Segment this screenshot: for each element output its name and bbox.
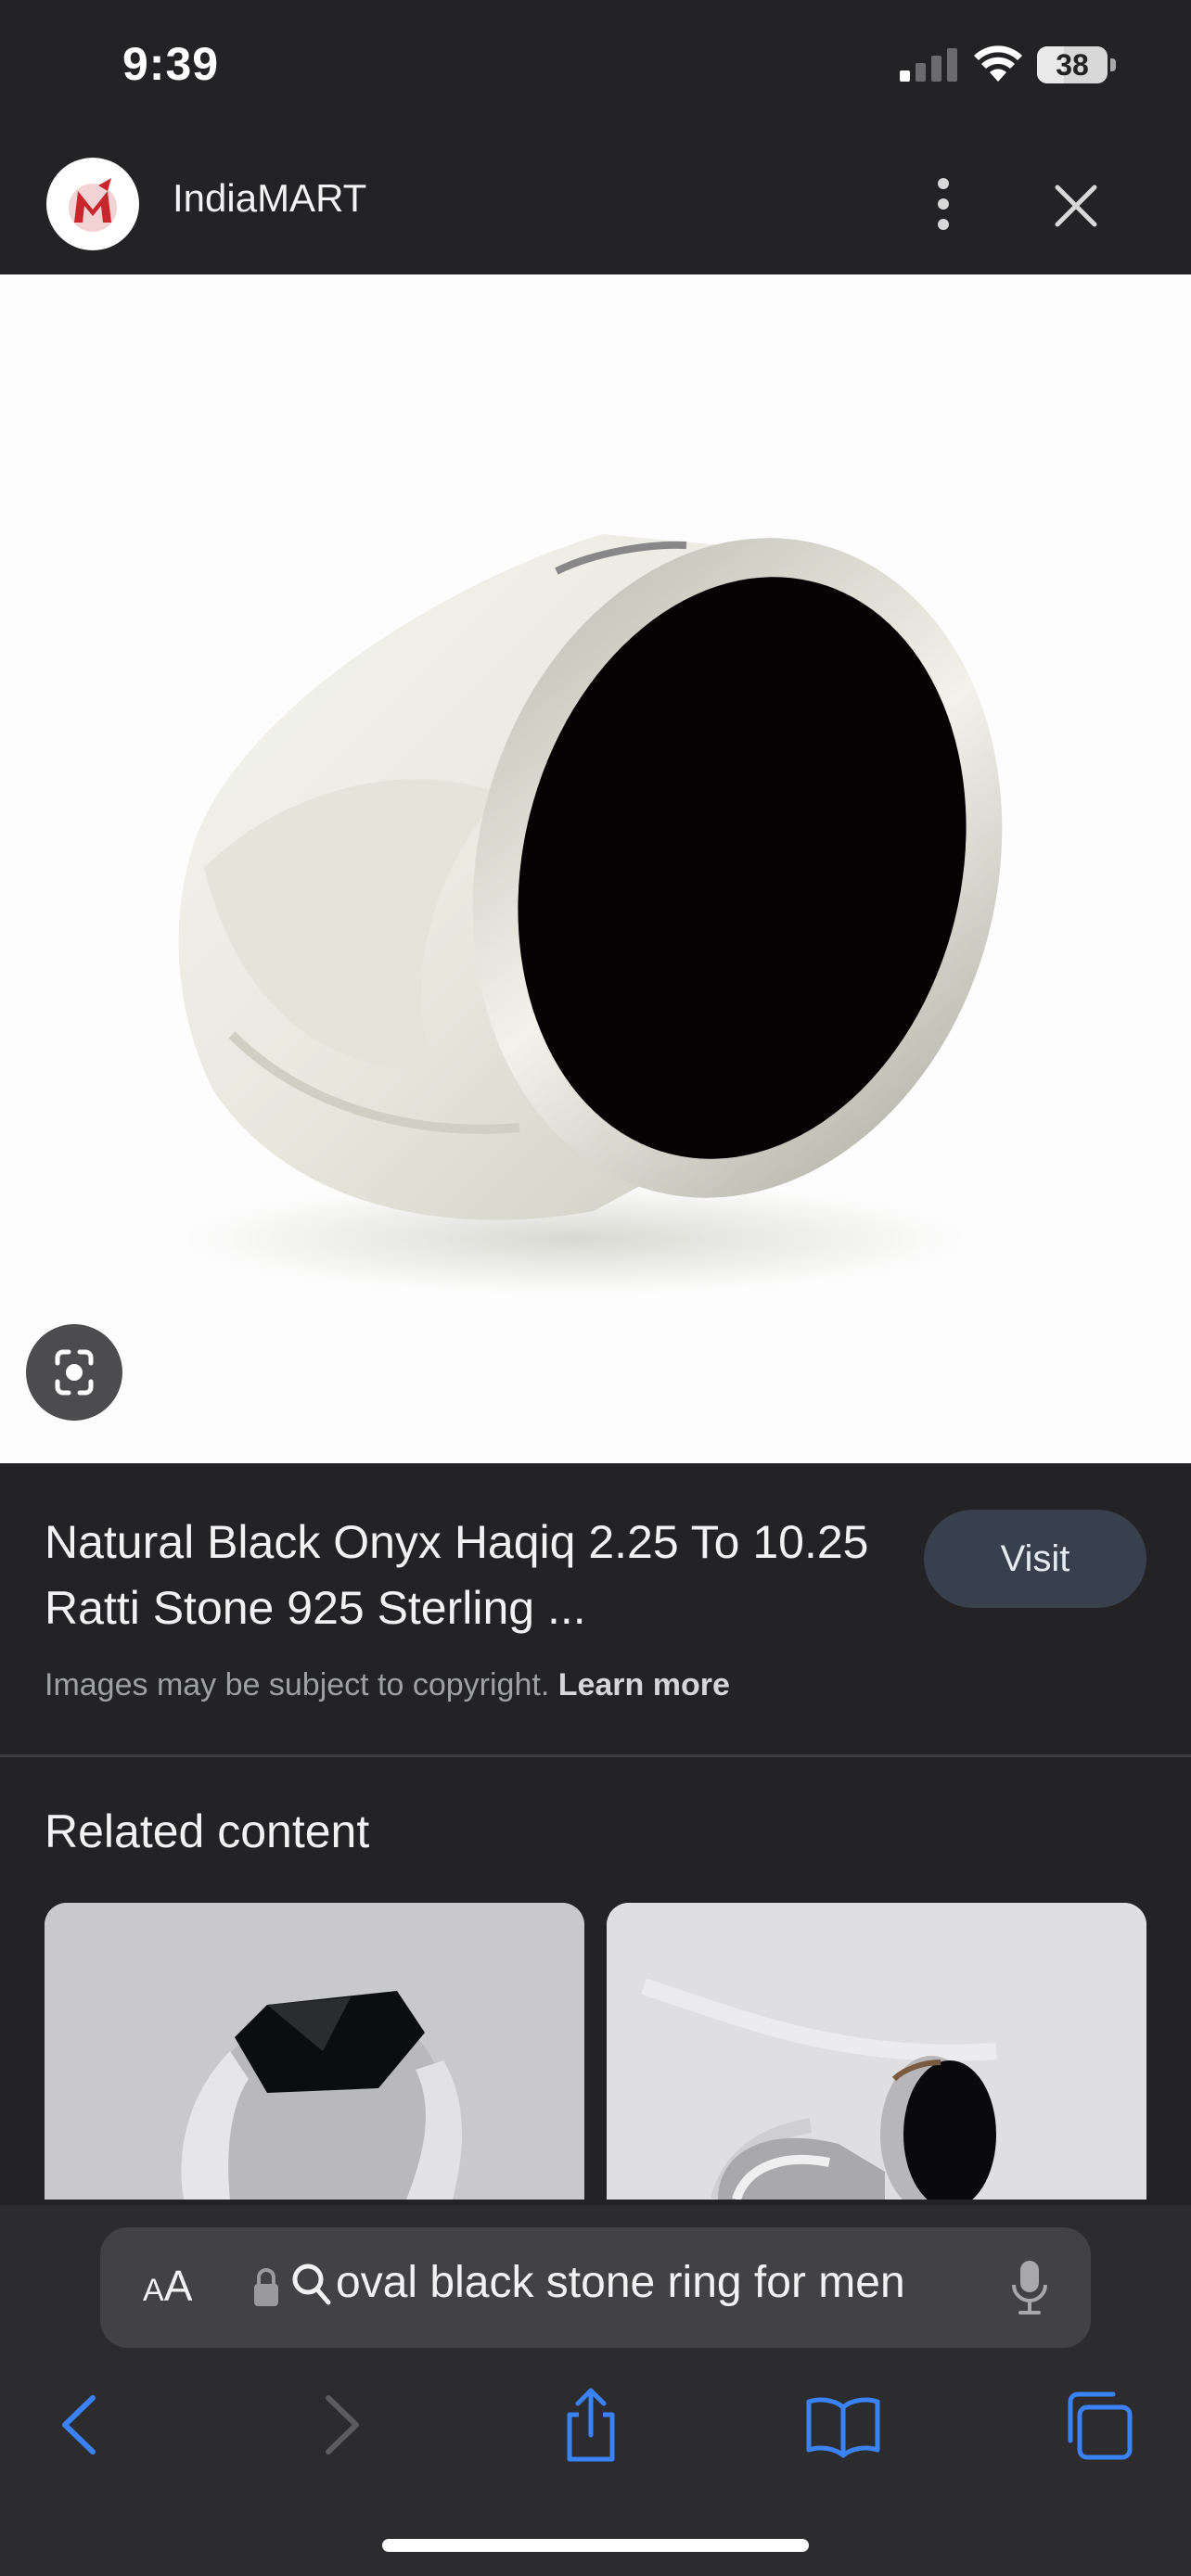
google-lens-button[interactable]	[26, 1324, 122, 1421]
ring-photo	[178, 534, 1003, 1294]
tabs-button[interactable]	[1056, 2383, 1139, 2467]
forward-button[interactable]	[299, 2383, 382, 2467]
source-header: IndiaMART	[0, 139, 1191, 274]
battery-indicator: 38	[1037, 46, 1117, 83]
product-image[interactable]	[0, 274, 1191, 1463]
home-indicator	[382, 2539, 809, 2552]
page-settings-button[interactable]: AA	[143, 2261, 192, 2311]
related-image	[607, 1903, 1146, 2200]
related-image-card[interactable]	[607, 1903, 1146, 2200]
search-icon	[292, 2264, 331, 2305]
back-button[interactable]	[39, 2383, 122, 2467]
indiamart-logo[interactable]	[46, 158, 139, 250]
more-vertical-icon[interactable]	[920, 174, 967, 234]
site-name[interactable]: IndiaMART	[173, 176, 366, 221]
copyright-notice: Images may be subject to copyright. Lear…	[45, 1667, 730, 1703]
address-bar[interactable]: AA oval black stone ring for men	[100, 2227, 1091, 2348]
learn-more-link[interactable]: Learn more	[558, 1667, 730, 1702]
status-bar: 9:39 38	[0, 0, 1191, 139]
copyright-text: Images may be subject to copyright.	[45, 1667, 550, 1702]
related-content-heading: Related content	[45, 1805, 370, 1857]
status-time: 9:39	[122, 38, 220, 90]
related-image	[45, 1903, 584, 2200]
google-lens-icon	[55, 1349, 94, 1396]
image-result-info: Natural Black Onyx Haqiq 2.25 To 10.25 R…	[0, 1463, 1191, 1754]
search-query-text[interactable]: oval black stone ring for men	[336, 2257, 905, 2308]
share-button[interactable]	[549, 2383, 633, 2467]
related-image-card[interactable]	[45, 1903, 584, 2200]
section-divider	[0, 1754, 1191, 1757]
lock-icon	[254, 2268, 278, 2306]
browser-toolbar: AA oval black stone ring for men	[0, 2205, 1191, 2576]
battery-percent: 38	[1056, 48, 1089, 82]
visit-button[interactable]: Visit	[924, 1510, 1146, 1608]
bookmarks-button[interactable]	[801, 2383, 885, 2467]
wifi-icon	[974, 45, 1022, 82]
result-title[interactable]: Natural Black Onyx Haqiq 2.25 To 10.25 R…	[45, 1510, 898, 1641]
cellular-signal-icon	[900, 48, 957, 82]
close-icon[interactable]	[1048, 178, 1104, 234]
microphone-icon[interactable]	[1009, 2257, 1050, 2318]
